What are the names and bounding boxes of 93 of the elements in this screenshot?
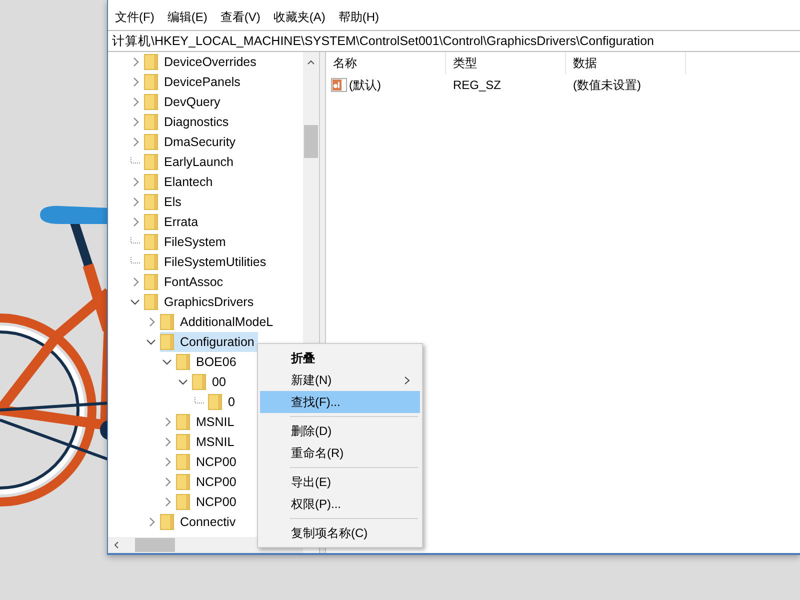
expand-chevron-icon[interactable] xyxy=(164,477,172,487)
expand-chevron-icon[interactable] xyxy=(132,97,140,107)
scroll-up-icon[interactable] xyxy=(307,59,315,65)
expand-chevron-icon[interactable] xyxy=(132,277,140,287)
tree-item[interactable]: Errata xyxy=(144,212,202,232)
folder-icon xyxy=(144,54,158,70)
expand-chevron-icon[interactable] xyxy=(164,457,172,467)
menu-item[interactable]: 查找(F)... xyxy=(260,391,420,413)
menu-item[interactable]: 导出(E) xyxy=(260,471,420,493)
menu-item[interactable]: 查看(V) xyxy=(220,8,260,26)
folder-icon xyxy=(144,114,158,130)
column-header[interactable]: 数据 xyxy=(566,52,686,74)
folder-icon xyxy=(192,374,206,390)
tree-item[interactable]: NCP00 xyxy=(176,452,240,472)
value-data: (数值未设置) xyxy=(572,76,641,94)
folder-icon xyxy=(144,94,158,110)
scrollbar-thumb[interactable] xyxy=(135,538,175,552)
menu-item[interactable]: 重命名(R) xyxy=(260,442,420,464)
folder-icon xyxy=(160,314,174,330)
menu-item[interactable]: 文件(F) xyxy=(115,8,154,26)
expand-chevron-icon[interactable] xyxy=(132,77,140,87)
folder-icon xyxy=(144,154,158,170)
expand-chevron-icon[interactable] xyxy=(164,417,172,427)
menu-item[interactable]: 复制项名称(C) xyxy=(260,522,420,544)
menu-item[interactable]: 权限(P)... xyxy=(260,493,420,515)
folder-icon xyxy=(176,434,190,450)
tree-item[interactable]: NCP00 xyxy=(176,492,240,512)
folder-icon xyxy=(144,274,158,290)
folder-icon xyxy=(176,354,190,370)
tree-item[interactable]: DevicePanels xyxy=(144,72,244,92)
tree-item[interactable]: FontAssoc xyxy=(144,272,228,292)
value-type: REG_SZ xyxy=(452,78,502,92)
column-header[interactable]: 类型 xyxy=(446,52,566,74)
expand-chevron-icon[interactable] xyxy=(132,177,140,187)
folder-icon xyxy=(176,494,190,510)
collapse-chevron-icon[interactable] xyxy=(178,378,188,386)
folder-icon xyxy=(176,474,190,490)
tree-item[interactable]: Configuration xyxy=(160,332,258,352)
tree-item[interactable]: AdditionalModeL xyxy=(160,312,278,332)
folder-icon xyxy=(160,334,174,350)
folder-icon xyxy=(160,514,174,530)
collapse-chevron-icon[interactable] xyxy=(146,338,156,346)
tree-item[interactable]: MSNIL xyxy=(176,432,238,452)
tree-item[interactable]: BOE06 xyxy=(176,352,240,372)
folder-icon xyxy=(144,134,158,150)
tree-item[interactable]: EarlyLaunch xyxy=(144,152,238,172)
expand-chevron-icon[interactable] xyxy=(132,197,140,207)
tree-item[interactable]: GraphicsDrivers xyxy=(144,292,258,312)
tree-item[interactable]: DeviceOverrides xyxy=(144,52,260,72)
menu-item[interactable]: 帮助(H) xyxy=(338,8,379,26)
expand-chevron-icon[interactable] xyxy=(132,217,140,227)
tree-item[interactable]: Diagnostics xyxy=(144,112,233,132)
folder-icon xyxy=(144,214,158,230)
tree-item[interactable]: FileSystem xyxy=(144,232,230,252)
value-name: (默认) xyxy=(349,76,381,94)
expand-chevron-icon[interactable] xyxy=(164,437,172,447)
folder-icon xyxy=(176,414,190,430)
tree-item[interactable]: DmaSecurity xyxy=(144,132,240,152)
tree-item[interactable]: Els xyxy=(144,192,186,212)
expand-chevron-icon[interactable] xyxy=(148,517,156,527)
tree-item[interactable]: FileSystemUtilities xyxy=(144,252,270,272)
folder-icon xyxy=(176,454,190,470)
folder-icon xyxy=(144,254,158,270)
expand-chevron-icon[interactable] xyxy=(132,57,140,67)
tree-item[interactable]: DevQuery xyxy=(144,92,224,112)
menu-item[interactable]: 编辑(E) xyxy=(167,8,208,26)
menu-item[interactable]: 收藏夹(A) xyxy=(273,8,326,26)
folder-icon xyxy=(144,234,158,250)
menu-item[interactable]: 删除(D) xyxy=(260,420,420,442)
expand-chevron-icon[interactable] xyxy=(148,317,156,327)
expand-chevron-icon[interactable] xyxy=(132,137,140,147)
tree-item[interactable]: 00 xyxy=(192,372,230,392)
address-field[interactable]: 计算机\HKEY_LOCAL_MACHINE\SYSTEM\ControlSet001\Control\GraphicsDrivers\Configuration xyxy=(108,30,800,52)
tree-item[interactable]: MSNIL xyxy=(176,412,238,432)
tree-item[interactable]: NCP00 xyxy=(176,472,240,492)
scroll-left-icon[interactable] xyxy=(113,541,119,549)
folder-icon xyxy=(144,194,158,210)
string-value-icon xyxy=(331,78,347,92)
folder-icon xyxy=(144,174,158,190)
scrollbar-thumb[interactable] xyxy=(304,125,318,158)
menu-item[interactable]: 新建(N) xyxy=(260,369,420,391)
folder-icon xyxy=(208,394,222,410)
column-header[interactable]: 名称 xyxy=(326,52,446,74)
folder-icon xyxy=(144,74,158,90)
expand-chevron-icon[interactable] xyxy=(132,117,140,127)
collapse-chevron-icon[interactable] xyxy=(162,358,172,366)
folder-icon xyxy=(144,294,158,310)
expand-chevron-icon[interactable] xyxy=(164,497,172,507)
tree-item[interactable]: Connectiv xyxy=(160,512,240,532)
collapse-chevron-icon[interactable] xyxy=(130,298,140,306)
tree-item[interactable]: Elantech xyxy=(144,172,217,192)
tree-item[interactable]: 0 xyxy=(208,392,239,412)
menu-item[interactable]: 折叠 xyxy=(260,347,420,369)
